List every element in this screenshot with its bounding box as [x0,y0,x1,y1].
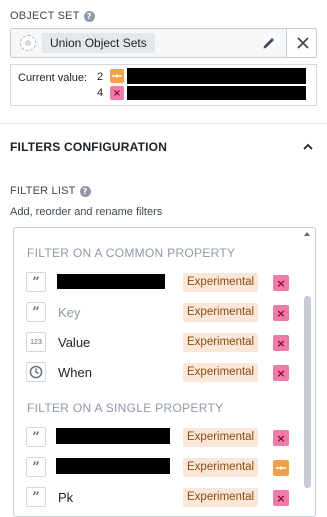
filter-row[interactable]: ” Experimental [14,456,304,480]
filter-label[interactable]: Value [58,335,90,350]
remove-icon[interactable]: × [273,430,289,446]
remove-icon[interactable]: × [273,275,289,291]
filter-label[interactable]: Pk [58,490,73,505]
current-value-label: Current value: [18,72,88,84]
help-icon[interactable]: ? [79,185,91,197]
filter-label[interactable]: When [58,365,92,380]
scroll-up-arrow[interactable] [304,232,310,236]
divider [0,123,327,124]
quote-icon: ” [26,487,46,507]
current-value-box: Current value: 2 4 × [10,64,317,106]
add-icon[interactable] [273,460,289,476]
close-icon[interactable] [295,35,311,51]
experimental-badge: Experimental [183,428,259,447]
redacted-value [127,68,306,84]
experimental-badge: Experimental [183,458,259,477]
object-set-icon [20,35,36,51]
current-value-count: 4 [97,87,104,99]
filter-row[interactable]: ” Experimental × [14,426,304,450]
group-title-common: FILTER ON A COMMON PROPERTY [27,246,236,260]
filter-row[interactable]: ” Experimental × [14,271,304,295]
plus-box-icon [110,69,124,83]
object-set-field[interactable]: Union Object Sets [10,28,317,58]
redacted-label [56,428,170,444]
pencil-icon[interactable] [261,35,277,51]
chevron-up-icon[interactable] [302,141,314,153]
filter-row[interactable]: When Experimental × [14,361,304,385]
scrollbar-thumb[interactable] [304,296,311,488]
remove-icon[interactable]: × [273,365,289,381]
filter-list-panel: FILTER ON A COMMON PROPERTY ” Experiment… [13,227,316,517]
redacted-label [56,458,170,474]
filter-list-label: FILTER LIST ? [10,185,91,197]
filter-list-description: Add, reorder and rename filters [10,206,163,218]
filter-row[interactable]: ” Pk Experimental × [14,486,304,510]
experimental-badge: Experimental [183,363,259,382]
experimental-badge: Experimental [183,488,259,507]
quote-icon: ” [26,302,46,322]
filter-row[interactable]: ” Key Experimental × [14,301,304,325]
number-icon: 123 [26,332,46,352]
experimental-badge: Experimental [183,273,259,292]
remove-icon[interactable]: × [273,335,289,351]
filter-list-label-text: FILTER LIST [10,185,76,197]
filters-configuration-title[interactable]: FILTERS CONFIGURATION [10,140,167,154]
quote-icon: ” [26,427,46,447]
filter-row[interactable]: 123 Value Experimental × [14,331,304,355]
quote-icon: ” [26,272,46,292]
help-icon[interactable]: ? [83,10,95,22]
x-box-icon: × [110,86,124,100]
object-set-tag: Union Object Sets [42,33,155,53]
experimental-badge: Experimental [183,333,259,352]
clock-icon [26,362,46,382]
redacted-value [127,86,306,100]
experimental-badge: Experimental [183,303,259,322]
group-title-single: FILTER ON A SINGLE PROPERTY [27,401,224,415]
object-set-label: OBJECT SET ? [10,10,95,22]
object-set-selector[interactable]: Union Object Sets [11,29,287,57]
filter-label[interactable]: Key [58,305,80,320]
redacted-label [57,274,165,289]
quote-icon: ” [26,457,46,477]
remove-icon[interactable]: × [273,305,289,321]
remove-icon[interactable]: × [273,490,289,506]
object-set-label-text: OBJECT SET [10,10,80,22]
current-value-count: 2 [97,71,104,83]
